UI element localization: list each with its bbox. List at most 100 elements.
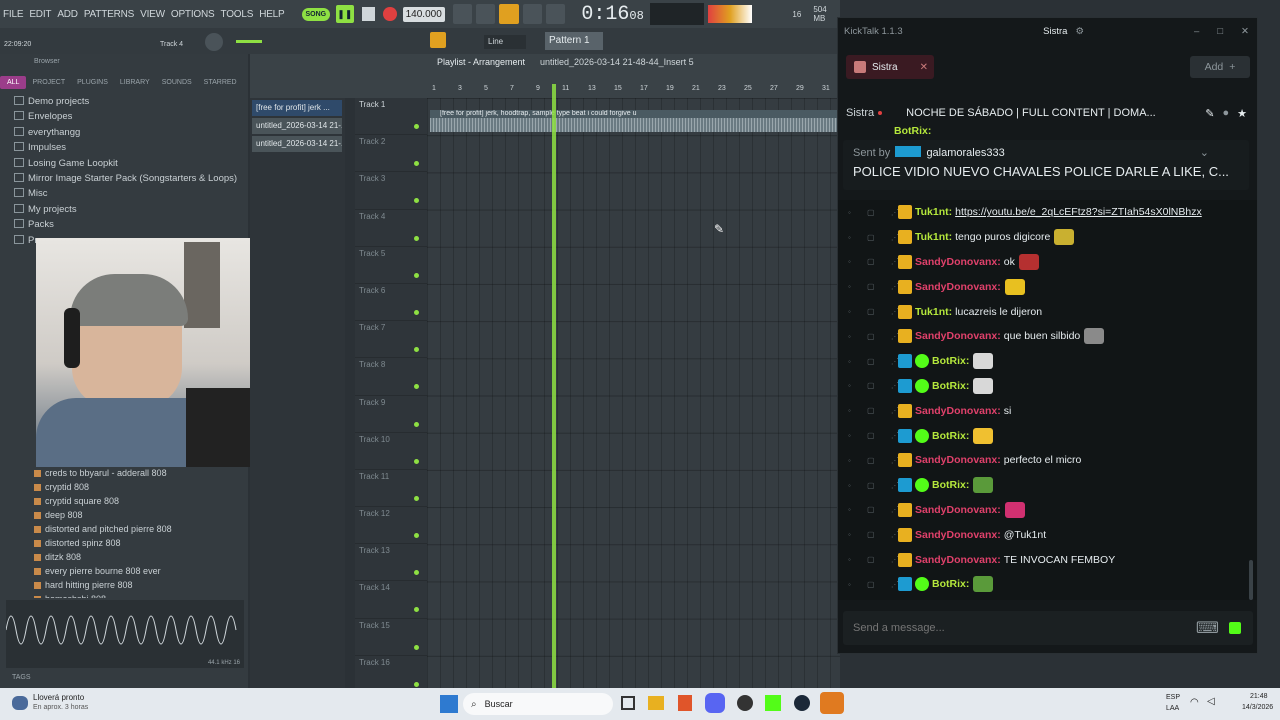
file-item[interactable]: hard hitting pierre 808: [0, 578, 248, 592]
track-header[interactable]: Track 11: [355, 470, 427, 508]
message-actions-icon[interactable]: ◦ ▢ ⋰: [848, 555, 899, 564]
users-icon[interactable]: ●: [1222, 107, 1229, 119]
menu-file[interactable]: FILE: [0, 9, 26, 20]
song-mode-toggle[interactable]: SONG: [301, 7, 331, 21]
track-header[interactable]: Track 15: [355, 619, 427, 656]
pencil-tool-icon[interactable]: [430, 32, 446, 48]
clock-date[interactable]: 14/3/2026: [1242, 704, 1273, 711]
emote-icon[interactable]: [1018, 253, 1039, 270]
tree-item[interactable]: Demo projects: [0, 94, 248, 109]
message-actions-icon[interactable]: ◦ ▢ ⋰: [848, 208, 899, 217]
tree-item[interactable]: Mirror Image Starter Pack (Songstarters …: [0, 171, 248, 186]
track-header[interactable]: Track 10: [355, 433, 427, 470]
master-volume-knob[interactable]: [205, 33, 223, 51]
tree-item[interactable]: Impulses: [0, 140, 248, 155]
obs-icon[interactable]: [737, 695, 753, 711]
message-actions-icon[interactable]: ◦ ▢ ⋰: [848, 481, 899, 490]
language-indicator[interactable]: ESP: [1166, 694, 1180, 701]
chat-scrollbar[interactable]: [1249, 560, 1253, 600]
message-username[interactable]: BotRix:: [932, 380, 969, 392]
pause-button[interactable]: ❚❚: [336, 5, 354, 23]
message-username[interactable]: SandyDonovanx:: [915, 454, 1001, 466]
taskbar-search[interactable]: ⌕ Buscar: [463, 693, 613, 715]
message-actions-icon[interactable]: ◦ ▢ ⋰: [848, 307, 899, 316]
track-header[interactable]: Track 14: [355, 581, 427, 619]
timeline-ruler[interactable]: 1 3 5 7 9 11 13 15 17 19 21 23 25 27 29 …: [430, 85, 840, 97]
message-username[interactable]: BotRix:: [932, 355, 969, 367]
file-item[interactable]: distorted and pitched pierre 808: [0, 522, 248, 536]
tempo-display[interactable]: 140.000: [402, 6, 445, 22]
tree-item[interactable]: Losing Game Loopkit: [0, 156, 248, 171]
channel-name[interactable]: Sistra: [846, 107, 874, 119]
steam-icon[interactable]: [794, 695, 810, 711]
track-header[interactable]: Track 4: [355, 210, 427, 247]
kick-emote-icon[interactable]: [1229, 622, 1241, 634]
pattern-item[interactable]: untitled_2026-03-14 21-...: [252, 136, 342, 152]
playlist-grid[interactable]: [427, 98, 840, 688]
file-item[interactable]: cryptid square 808: [0, 494, 248, 508]
message-username[interactable]: SandyDonovanx:: [915, 504, 1001, 516]
emote-icon[interactable]: [973, 353, 994, 370]
tree-item[interactable]: Envelopes: [0, 109, 248, 124]
message-actions-icon[interactable]: ◦ ▢ ⋰: [848, 257, 899, 266]
browser-tab-sounds[interactable]: SOUNDS: [156, 79, 198, 86]
emote-icon[interactable]: [973, 576, 994, 593]
discord-icon[interactable]: [705, 693, 725, 713]
audio-clip[interactable]: [free for profit] jerk, hoodtrap, sample…: [430, 110, 840, 132]
add-chat-button[interactable]: Add +: [1190, 56, 1250, 78]
step-edit-icon[interactable]: [522, 4, 543, 24]
message-actions-icon[interactable]: ◦ ▢ ⋰: [848, 332, 899, 341]
message-username[interactable]: Tuk1nt:: [915, 306, 952, 318]
track-header[interactable]: Track 12: [355, 507, 427, 545]
emote-icon[interactable]: [1004, 278, 1025, 295]
message-username[interactable]: BotRix:: [932, 479, 969, 491]
track-header[interactable]: Track 7: [355, 321, 427, 359]
maximize-icon[interactable]: □: [1217, 26, 1223, 37]
countdown-icon[interactable]: [499, 4, 519, 24]
menu-add[interactable]: ADD: [54, 9, 81, 20]
track-header[interactable]: Track 2: [355, 135, 427, 173]
track-header[interactable]: Track 3: [355, 172, 427, 210]
menu-view[interactable]: VIEW: [137, 9, 168, 20]
tree-item[interactable]: My projects: [0, 202, 248, 217]
clock-time[interactable]: 21:48: [1250, 693, 1268, 700]
settings-icon[interactable]: ⚙: [1075, 26, 1084, 37]
file-item[interactable]: deep 808: [0, 508, 248, 522]
brave-icon[interactable]: [678, 695, 692, 711]
file-item[interactable]: every pierre bourne 808 ever: [0, 564, 248, 578]
stop-button[interactable]: [361, 7, 376, 21]
chat-input[interactable]: ⌨: [843, 611, 1253, 645]
message-username[interactable]: BotRix:: [894, 125, 931, 137]
message-actions-icon[interactable]: ◦ ▢ ⋰: [848, 431, 899, 440]
snap-select[interactable]: Line: [484, 35, 526, 49]
start-button[interactable]: [440, 695, 458, 713]
message-username[interactable]: SandyDonovanx:: [915, 529, 1001, 541]
message-username[interactable]: SandyDonovanx:: [915, 405, 1001, 417]
pattern-item[interactable]: [free for profit] jerk ...: [252, 100, 342, 116]
tree-item[interactable]: Misc: [0, 186, 248, 201]
message-actions-icon[interactable]: ◦ ▢ ⋰: [848, 580, 899, 589]
weather-icon[interactable]: [12, 696, 28, 710]
file-item[interactable]: ditzk 808: [0, 550, 248, 564]
track-header[interactable]: Track 6: [355, 284, 427, 322]
message-actions-icon[interactable]: ◦ ▢ ⋰: [848, 233, 899, 242]
record-button[interactable]: [383, 7, 397, 21]
message-username[interactable]: BotRix:: [932, 578, 969, 590]
message-username[interactable]: Tuk1nt:: [915, 231, 952, 243]
track-header[interactable]: Track 1: [355, 98, 427, 136]
message-username[interactable]: BotRix:: [932, 430, 969, 442]
message-actions-icon[interactable]: ◦ ▢ ⋰: [848, 282, 899, 291]
emote-picker-icon[interactable]: ⌨: [1196, 618, 1219, 638]
message-actions-icon[interactable]: ◦ ▢ ⋰: [848, 505, 899, 514]
track-header[interactable]: Track 9: [355, 396, 427, 433]
track-header[interactable]: Track 8: [355, 358, 427, 396]
close-icon[interactable]: ✕: [1241, 26, 1249, 37]
wifi-icon[interactable]: ◠: [1190, 697, 1199, 708]
message-actions-icon[interactable]: ◦ ▢ ⋰: [848, 406, 899, 415]
browser-tab-all[interactable]: ALL: [0, 75, 27, 89]
message-actions-icon[interactable]: ◦ ▢ ⋰: [848, 357, 899, 366]
pinned-username[interactable]: galamorales333: [926, 147, 1004, 159]
chat-tab[interactable]: Sistra ✕: [846, 55, 934, 79]
emote-icon[interactable]: [1084, 328, 1105, 345]
emote-icon[interactable]: [973, 377, 994, 394]
